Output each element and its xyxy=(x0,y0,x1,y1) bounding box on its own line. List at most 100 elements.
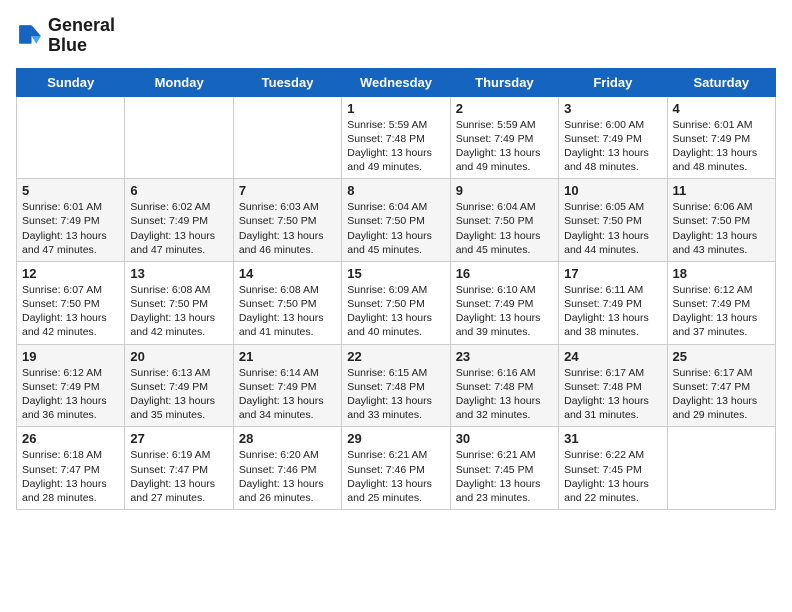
calendar-cell: 11 Sunrise: 6:06 AM Sunset: 7:50 PM Dayli… xyxy=(667,179,775,262)
day-number: 16 xyxy=(456,266,553,281)
calendar-cell: 22 Sunrise: 6:15 AM Sunset: 7:48 PM Dayli… xyxy=(342,344,450,427)
day-content: Sunrise: 6:09 AM Sunset: 7:50 PM Dayligh… xyxy=(347,283,444,340)
day-number: 31 xyxy=(564,431,661,446)
day-number: 10 xyxy=(564,183,661,198)
calendar-cell: 18Sunrise: 6:12 AM Sunset: 7:49 PM Dayli… xyxy=(667,261,775,344)
day-content: Sunrise: 6:14 AM Sunset: 7:49 PM Dayligh… xyxy=(239,366,336,423)
calendar-cell: 10 Sunrise: 6:05 AM Sunset: 7:50 PM Dayli… xyxy=(559,179,667,262)
day-content: Sunrise: 5:59 AM Sunset: 7:48 PM Dayligh… xyxy=(347,118,444,175)
day-content: Sunrise: 6:08 AM Sunset: 7:50 PM Dayligh… xyxy=(130,283,227,340)
day-number: 23 xyxy=(456,349,553,364)
logo: General Blue xyxy=(16,16,115,56)
day-content: Sunrise: 6:00 AM Sunset: 7:49 PM Dayligh… xyxy=(564,118,661,175)
day-content: Sunrise: 6:11 AM Sunset: 7:49 PM Dayligh… xyxy=(564,283,661,340)
day-number: 24 xyxy=(564,349,661,364)
day-number: 12 xyxy=(22,266,119,281)
day-content: Sunrise: 6:16 AM Sunset: 7:48 PM Dayligh… xyxy=(456,366,553,423)
day-number: 22 xyxy=(347,349,444,364)
calendar-week-4: 26Sunrise: 6:18 AM Sunset: 7:47 PM Dayli… xyxy=(17,427,776,510)
calendar-week-0: 1 Sunrise: 5:59 AM Sunset: 7:48 PM Daylig… xyxy=(17,96,776,179)
day-header-friday: Friday xyxy=(559,68,667,96)
day-header-thursday: Thursday xyxy=(450,68,558,96)
day-header-monday: Monday xyxy=(125,68,233,96)
calendar-cell xyxy=(17,96,125,179)
calendar-cell: 17Sunrise: 6:11 AM Sunset: 7:49 PM Dayli… xyxy=(559,261,667,344)
day-content: Sunrise: 6:13 AM Sunset: 7:49 PM Dayligh… xyxy=(130,366,227,423)
day-number: 20 xyxy=(130,349,227,364)
day-content: Sunrise: 5:59 AM Sunset: 7:49 PM Dayligh… xyxy=(456,118,553,175)
calendar-cell: 19Sunrise: 6:12 AM Sunset: 7:49 PM Dayli… xyxy=(17,344,125,427)
day-content: Sunrise: 6:02 AM Sunset: 7:49 PM Dayligh… xyxy=(130,200,227,257)
calendar-cell: 9 Sunrise: 6:04 AM Sunset: 7:50 PM Daylig… xyxy=(450,179,558,262)
calendar-cell: 13 Sunrise: 6:08 AM Sunset: 7:50 PM Dayli… xyxy=(125,261,233,344)
calendar-cell: 30Sunrise: 6:21 AM Sunset: 7:45 PM Dayli… xyxy=(450,427,558,510)
day-header-wednesday: Wednesday xyxy=(342,68,450,96)
calendar-cell: 14 Sunrise: 6:08 AM Sunset: 7:50 PM Dayli… xyxy=(233,261,341,344)
day-content: Sunrise: 6:17 AM Sunset: 7:48 PM Dayligh… xyxy=(564,366,661,423)
day-content: Sunrise: 6:21 AM Sunset: 7:45 PM Dayligh… xyxy=(456,448,553,505)
calendar-cell: 20 Sunrise: 6:13 AM Sunset: 7:49 PM Dayli… xyxy=(125,344,233,427)
day-content: Sunrise: 6:03 AM Sunset: 7:50 PM Dayligh… xyxy=(239,200,336,257)
day-number: 15 xyxy=(347,266,444,281)
calendar-cell: 5 Sunrise: 6:01 AM Sunset: 7:49 PM Daylig… xyxy=(17,179,125,262)
calendar-cell: 3 Sunrise: 6:00 AM Sunset: 7:49 PM Daylig… xyxy=(559,96,667,179)
day-number: 18 xyxy=(673,266,770,281)
calendar-cell: 2Sunrise: 5:59 AM Sunset: 7:49 PM Daylig… xyxy=(450,96,558,179)
logo-text-general: General xyxy=(48,16,115,36)
day-number: 28 xyxy=(239,431,336,446)
calendar-cell: 15 Sunrise: 6:09 AM Sunset: 7:50 PM Dayli… xyxy=(342,261,450,344)
calendar-cell: 26Sunrise: 6:18 AM Sunset: 7:47 PM Dayli… xyxy=(17,427,125,510)
calendar-cell: 24 Sunrise: 6:17 AM Sunset: 7:48 PM Dayli… xyxy=(559,344,667,427)
day-number: 13 xyxy=(130,266,227,281)
day-content: Sunrise: 6:17 AM Sunset: 7:47 PM Dayligh… xyxy=(673,366,770,423)
calendar-cell xyxy=(125,96,233,179)
day-content: Sunrise: 6:22 AM Sunset: 7:45 PM Dayligh… xyxy=(564,448,661,505)
calendar-week-2: 12Sunrise: 6:07 AM Sunset: 7:50 PM Dayli… xyxy=(17,261,776,344)
calendar-cell xyxy=(233,96,341,179)
day-content: Sunrise: 6:08 AM Sunset: 7:50 PM Dayligh… xyxy=(239,283,336,340)
day-header-tuesday: Tuesday xyxy=(233,68,341,96)
day-number: 9 xyxy=(456,183,553,198)
day-content: Sunrise: 6:20 AM Sunset: 7:46 PM Dayligh… xyxy=(239,448,336,505)
day-number: 4 xyxy=(673,101,770,116)
calendar-week-3: 19Sunrise: 6:12 AM Sunset: 7:49 PM Dayli… xyxy=(17,344,776,427)
day-content: Sunrise: 6:06 AM Sunset: 7:50 PM Dayligh… xyxy=(673,200,770,257)
day-content: Sunrise: 6:01 AM Sunset: 7:49 PM Dayligh… xyxy=(673,118,770,175)
day-content: Sunrise: 6:04 AM Sunset: 7:50 PM Dayligh… xyxy=(347,200,444,257)
day-header-sunday: Sunday xyxy=(17,68,125,96)
calendar-cell: 23 Sunrise: 6:16 AM Sunset: 7:48 PM Dayli… xyxy=(450,344,558,427)
day-number: 5 xyxy=(22,183,119,198)
day-number: 7 xyxy=(239,183,336,198)
calendar-cell: 27Sunrise: 6:19 AM Sunset: 7:47 PM Dayli… xyxy=(125,427,233,510)
day-number: 1 xyxy=(347,101,444,116)
calendar-cell xyxy=(667,427,775,510)
day-content: Sunrise: 6:21 AM Sunset: 7:46 PM Dayligh… xyxy=(347,448,444,505)
calendar-cell: 16 Sunrise: 6:10 AM Sunset: 7:49 PM Dayli… xyxy=(450,261,558,344)
calendar-cell: 6 Sunrise: 6:02 AM Sunset: 7:49 PM Daylig… xyxy=(125,179,233,262)
day-content: Sunrise: 6:15 AM Sunset: 7:48 PM Dayligh… xyxy=(347,366,444,423)
day-content: Sunrise: 6:05 AM Sunset: 7:50 PM Dayligh… xyxy=(564,200,661,257)
logo-icon xyxy=(16,22,44,50)
day-content: Sunrise: 6:04 AM Sunset: 7:50 PM Dayligh… xyxy=(456,200,553,257)
calendar-cell: 31 Sunrise: 6:22 AM Sunset: 7:45 PM Dayli… xyxy=(559,427,667,510)
day-number: 6 xyxy=(130,183,227,198)
day-number: 26 xyxy=(22,431,119,446)
calendar-cell: 25Sunrise: 6:17 AM Sunset: 7:47 PM Dayli… xyxy=(667,344,775,427)
calendar-cell: 8 Sunrise: 6:04 AM Sunset: 7:50 PM Daylig… xyxy=(342,179,450,262)
calendar-cell: 1 Sunrise: 5:59 AM Sunset: 7:48 PM Daylig… xyxy=(342,96,450,179)
day-number: 19 xyxy=(22,349,119,364)
day-number: 8 xyxy=(347,183,444,198)
calendar-cell: 21 Sunrise: 6:14 AM Sunset: 7:49 PM Dayli… xyxy=(233,344,341,427)
day-content: Sunrise: 6:01 AM Sunset: 7:49 PM Dayligh… xyxy=(22,200,119,257)
calendar-cell: 4 Sunrise: 6:01 AM Sunset: 7:49 PM Daylig… xyxy=(667,96,775,179)
calendar-week-1: 5 Sunrise: 6:01 AM Sunset: 7:49 PM Daylig… xyxy=(17,179,776,262)
day-content: Sunrise: 6:10 AM Sunset: 7:49 PM Dayligh… xyxy=(456,283,553,340)
day-number: 3 xyxy=(564,101,661,116)
calendar-table: SundayMondayTuesdayWednesdayThursdayFrid… xyxy=(16,68,776,510)
calendar-header-row: SundayMondayTuesdayWednesdayThursdayFrid… xyxy=(17,68,776,96)
page-header: General Blue xyxy=(16,16,776,56)
day-number: 21 xyxy=(239,349,336,364)
day-number: 11 xyxy=(673,183,770,198)
calendar-cell: 12Sunrise: 6:07 AM Sunset: 7:50 PM Dayli… xyxy=(17,261,125,344)
day-number: 14 xyxy=(239,266,336,281)
